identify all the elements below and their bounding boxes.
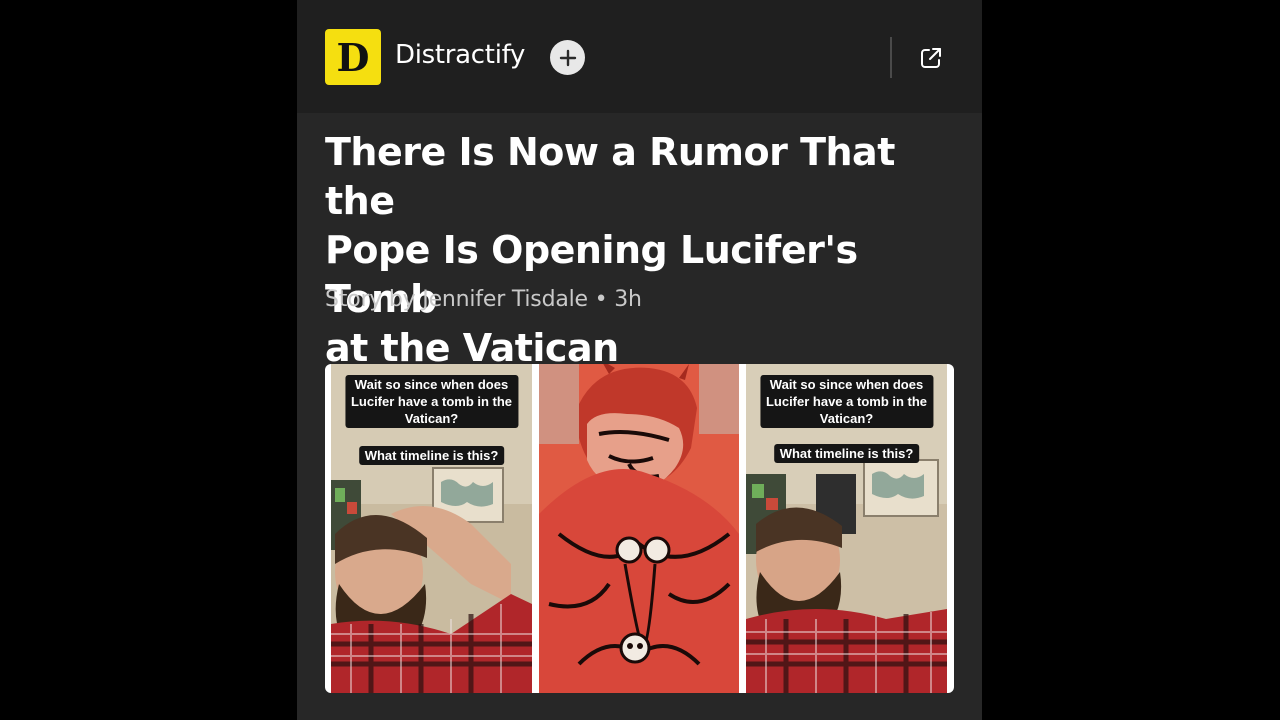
article-card[interactable]: D Distractify There Is Now a Rumor That … [297,0,982,720]
open-external-button[interactable] [916,43,946,73]
video-caption: What timeline is this? [773,444,920,463]
article-headline[interactable]: There Is Now a Rumor That the Pope Is Op… [325,128,965,373]
header-divider [890,37,892,78]
article-byline: Story by Jennifer Tisdale • 3h [325,287,642,312]
lucifer-illustration-panel [539,364,739,693]
caption-line: Wait so since when does [769,377,924,392]
video-caption: Wait so since when does Lucifer have a t… [344,375,519,428]
video-still-left: Wait so since when does Lucifer have a t… [331,364,532,693]
plus-icon [559,49,576,66]
external-link-icon [921,48,941,68]
caption-line: Wait so since when does [354,377,509,392]
caption-line: Vatican? [404,411,459,426]
article-image[interactable]: Wait so since when does Lucifer have a t… [325,364,954,693]
video-caption: What timeline is this? [358,446,505,465]
caption-line: Vatican? [819,411,874,426]
logo-letter: D [336,34,370,80]
publisher-logo[interactable]: D [325,29,381,85]
devil-illustration [539,364,739,693]
follow-button[interactable] [550,40,585,75]
publisher-name[interactable]: Distractify [395,40,525,70]
video-still-right: Wait so since when does Lucifer have a t… [746,364,947,693]
publisher-header: D Distractify [297,0,982,113]
video-caption: Wait so since when does Lucifer have a t… [759,375,934,428]
caption-line: Lucifer have a tomb in the [765,394,928,409]
headline-line: There Is Now a Rumor That the [325,130,895,223]
caption-line: Lucifer have a tomb in the [350,394,513,409]
